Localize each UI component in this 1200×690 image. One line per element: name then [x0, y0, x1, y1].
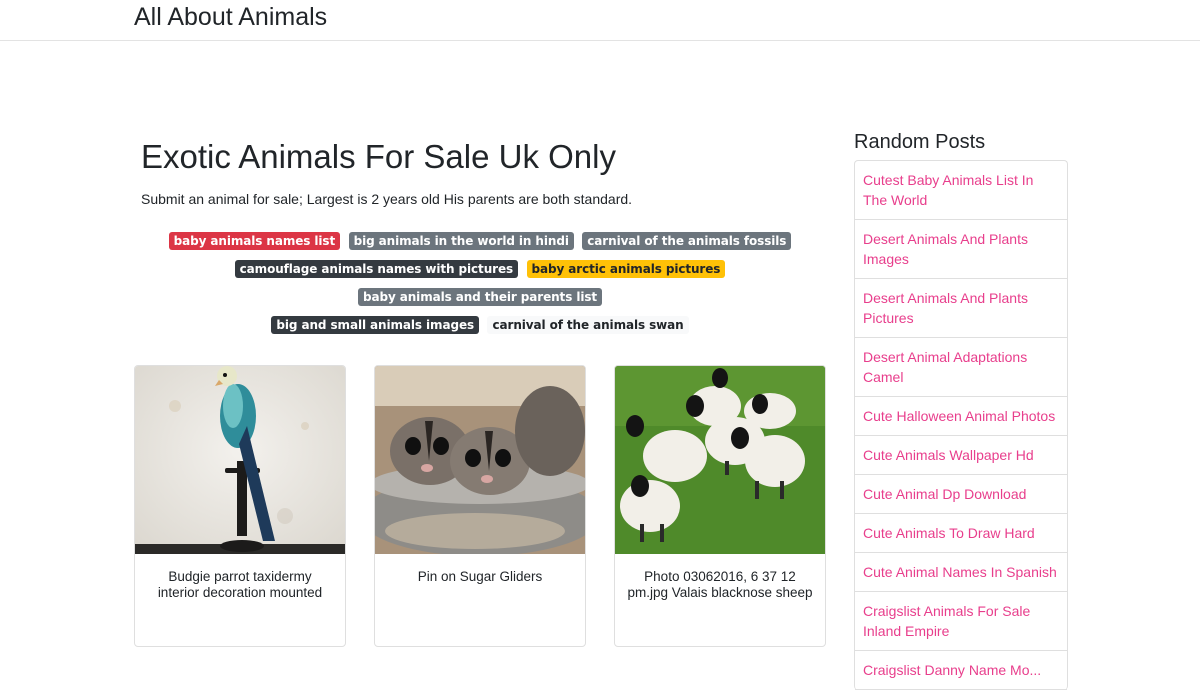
- list-item: Cute Animal Names In Spanish: [855, 553, 1067, 592]
- list-item: Desert Animals And Plants Pictures: [855, 279, 1067, 338]
- tag-link[interactable]: baby animals and their parents list: [357, 288, 603, 306]
- image-card[interactable]: Pin on Sugar Gliders: [374, 365, 586, 647]
- list-item: Craigslist Animals For Sale Inland Empir…: [855, 592, 1067, 651]
- post-link[interactable]: Desert Animal Adaptations Camel: [863, 349, 1027, 385]
- random-posts-list: Cutest Baby Animals List In The World De…: [854, 160, 1068, 690]
- post-link[interactable]: Cute Halloween Animal Photos: [863, 408, 1055, 424]
- post-link[interactable]: Desert Animals And Plants Pictures: [863, 290, 1028, 326]
- page-description: Submit an animal for sale; Largest is 2 …: [141, 191, 633, 207]
- tag-link[interactable]: baby animals names list: [168, 232, 341, 250]
- card-caption: Photo 03062016, 6 37 12 pm.jpg Valais bl…: [627, 569, 813, 600]
- sugar-gliders-image[interactable]: [375, 366, 585, 554]
- tag-link[interactable]: camouflage animals names with pictures: [234, 260, 519, 278]
- list-item: Cutest Baby Animals List In The World: [855, 161, 1067, 220]
- tag-link[interactable]: big and small animals images: [271, 316, 480, 334]
- post-link[interactable]: Cute Animal Dp Download: [863, 486, 1026, 502]
- post-link[interactable]: Craigslist Danny Name Mo...: [863, 662, 1041, 678]
- top-navbar: All About Animals: [0, 0, 1200, 41]
- card-caption: Budgie parrot taxidermy interior decorat…: [157, 569, 323, 600]
- list-item: Cute Animals Wallpaper Hd: [855, 436, 1067, 475]
- tag-cloud: baby animals names list big animals in t…: [134, 227, 826, 339]
- site-title-link[interactable]: All About Animals: [134, 3, 327, 32]
- tag-link[interactable]: carnival of the animals swan: [487, 316, 689, 334]
- sheep-image[interactable]: [615, 366, 825, 554]
- post-link[interactable]: Desert Animals And Plants Images: [863, 231, 1028, 267]
- sidebar-title: Random Posts: [854, 131, 986, 153]
- tag-link[interactable]: carnival of the animals fossils: [582, 232, 792, 250]
- list-item: Desert Animal Adaptations Camel: [855, 338, 1067, 397]
- card-caption: Pin on Sugar Gliders: [417, 569, 543, 584]
- list-item: Cute Animal Dp Download: [855, 475, 1067, 514]
- list-item: Cute Animals To Draw Hard: [855, 514, 1067, 553]
- post-link[interactable]: Craigslist Animals For Sale Inland Empir…: [863, 603, 1030, 639]
- budgie-image[interactable]: [135, 366, 345, 554]
- list-item: Cute Halloween Animal Photos: [855, 397, 1067, 436]
- tag-link[interactable]: big animals in the world in hindi: [348, 232, 574, 250]
- page-title: Exotic Animals For Sale Uk Only: [141, 138, 616, 175]
- image-card[interactable]: Budgie parrot taxidermy interior decorat…: [134, 365, 346, 647]
- tag-link[interactable]: baby arctic animals pictures: [526, 260, 726, 278]
- post-link[interactable]: Cute Animals Wallpaper Hd: [863, 447, 1034, 463]
- list-item: Craigslist Danny Name Mo...: [855, 651, 1067, 690]
- image-card[interactable]: Photo 03062016, 6 37 12 pm.jpg Valais bl…: [614, 365, 826, 647]
- post-link[interactable]: Cute Animal Names In Spanish: [863, 564, 1057, 580]
- post-link[interactable]: Cute Animals To Draw Hard: [863, 525, 1035, 541]
- list-item: Desert Animals And Plants Images: [855, 220, 1067, 279]
- post-link[interactable]: Cutest Baby Animals List In The World: [863, 172, 1033, 208]
